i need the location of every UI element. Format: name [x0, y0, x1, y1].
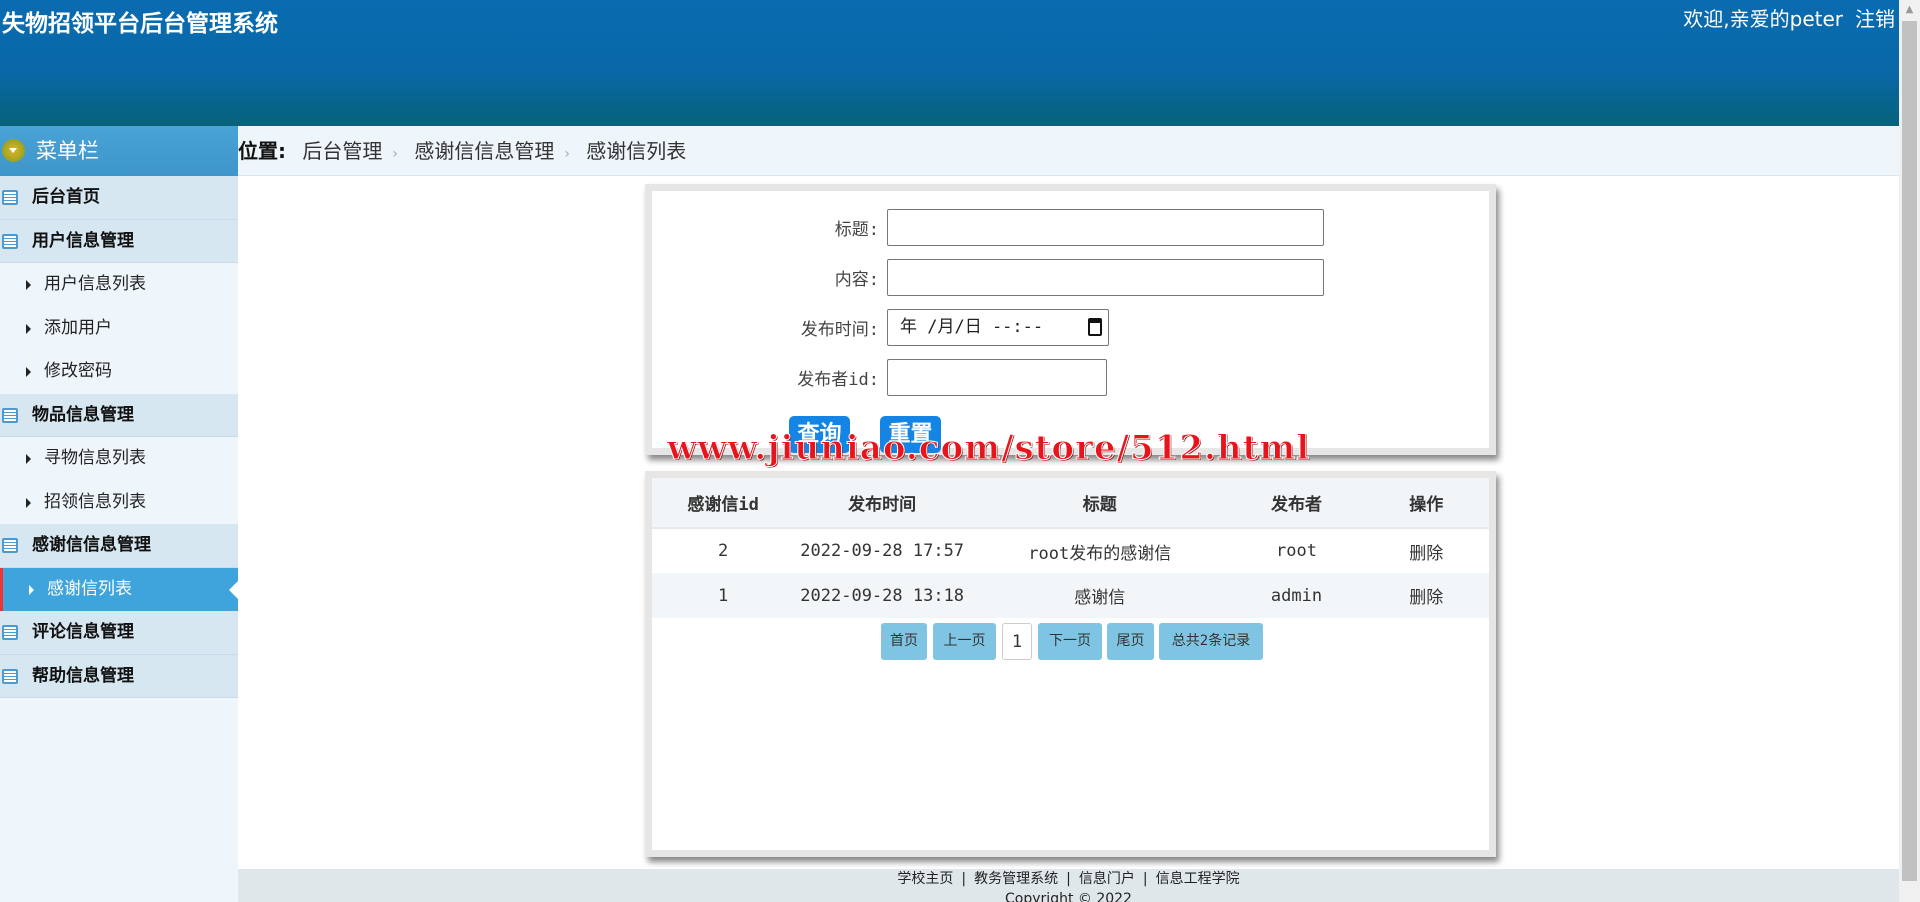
- sidebar-group-10[interactable]: 评论信息管理: [0, 611, 238, 655]
- publish-time-input[interactable]: 年 /月/日 --:--: [887, 309, 1109, 346]
- next-page-button[interactable]: 下一页: [1038, 623, 1102, 660]
- thank-letter-table-panel: 感谢信id 发布时间 标题 发布者 操作 2 2022-09-28 17:57 root发布…: [645, 471, 1496, 857]
- table-cell: 2022-09-28 13:18: [794, 573, 971, 618]
- sidebar-item-6[interactable]: 寻物信息列表: [0, 437, 238, 481]
- breadcrumb-item[interactable]: 感谢信信息管理: [414, 139, 554, 163]
- sidebar-item-3[interactable]: 添加用户: [0, 307, 238, 351]
- sidebar-item-label: 添加用户: [44, 317, 112, 338]
- list-icon: [2, 538, 18, 553]
- collapse-icon: [2, 139, 25, 162]
- list-icon: [2, 407, 18, 423]
- sidebar-item-9[interactable]: 感谢信列表: [0, 567, 238, 611]
- sidebar-group-5[interactable]: 物品信息管理: [0, 393, 238, 437]
- list-icon: [2, 233, 18, 249]
- delete-link[interactable]: 删除: [1363, 528, 1489, 573]
- footer-link[interactable]: 教务管理系统: [974, 871, 1058, 887]
- sidebar-item-label: 评论信息管理: [32, 622, 134, 642]
- column-header: 操作: [1363, 478, 1489, 529]
- footer-link[interactable]: 信息工程学院: [1156, 871, 1240, 887]
- footer: 学校主页 | 教务管理系统 | 信息门户 | 信息工程学院 Copyright © 2022: [238, 869, 1899, 902]
- watermark: www.jiuniao.com/store/512.html: [666, 428, 1311, 469]
- top-header: 失物招领平台后台管理系统 欢迎,亲爱的peter 注销: [0, 0, 1899, 126]
- menu-header[interactable]: 菜单栏: [0, 126, 238, 176]
- first-page-button[interactable]: 首页: [881, 623, 927, 660]
- scroll-thumb[interactable]: [1902, 21, 1917, 881]
- table-cell: root发布的感谢信: [1028, 543, 1172, 564]
- sidebar-group-0[interactable]: 后台首页: [0, 176, 238, 220]
- column-header: 发布者: [1229, 478, 1364, 529]
- column-header: 标题: [970, 478, 1230, 529]
- time-placeholder: 年 /月/日 --:--: [900, 317, 1044, 337]
- sidebar-item-4[interactable]: 修改密码: [0, 350, 238, 394]
- time-label: 发布时间:: [800, 320, 879, 340]
- sidebar-group-8[interactable]: 感谢信信息管理: [0, 524, 238, 568]
- publisher-id-input[interactable]: [887, 359, 1107, 396]
- sidebar-item-2[interactable]: 用户信息列表: [0, 263, 238, 307]
- logout-link[interactable]: 注销: [1855, 7, 1895, 31]
- table-cell: 1: [652, 573, 795, 618]
- list-icon: [2, 190, 18, 205]
- footer-link[interactable]: 信息门户: [1079, 871, 1135, 887]
- copyright: Copyright © 2022: [1005, 891, 1132, 902]
- scrollbar[interactable]: ▲: [1899, 0, 1920, 902]
- table-cell: 感谢信: [970, 573, 1230, 618]
- table-row: 2 2022-09-28 17:57 root发布的感谢信 root 删除: [652, 528, 1489, 573]
- list-icon: [2, 625, 18, 640]
- sidebar-item-label: 用户信息列表: [44, 274, 146, 294]
- prev-page-button[interactable]: 上一页: [933, 623, 996, 660]
- table-cell: 2: [718, 541, 729, 561]
- app-title: 失物招领平台后台管理系统: [2, 11, 278, 37]
- column-header: 感谢信id: [652, 478, 795, 529]
- welcome-text: 欢迎,亲爱的peter: [1683, 7, 1843, 31]
- current-page[interactable]: 1: [1002, 623, 1032, 660]
- sidebar-item-label: 寻物信息列表: [44, 448, 146, 468]
- title-label: 标题:: [834, 220, 879, 240]
- sidebar-group-11[interactable]: 帮助信息管理: [0, 654, 238, 698]
- sidebar-item-label: 修改密码: [44, 361, 112, 381]
- table-row: 1 2022-09-28 13:18 感谢信 admin 删除: [652, 573, 1489, 618]
- sidebar-item-label: 感谢信列表: [47, 578, 132, 599]
- sidebar-item-label: 帮助信息管理: [32, 665, 134, 686]
- table-cell: 2022-09-28 17:57: [800, 541, 965, 561]
- title-input[interactable]: [887, 209, 1324, 246]
- sidebar-item-7[interactable]: 招领信息列表: [0, 481, 238, 525]
- sidebar-group-1[interactable]: 用户信息管理: [0, 219, 238, 263]
- breadcrumb: 位置: 后台管理 › 感谢信信息管理 › 感谢信列表: [238, 126, 1899, 176]
- sidebar-item-label: 感谢信信息管理: [32, 535, 151, 555]
- table-cell: root: [1275, 541, 1317, 561]
- breadcrumb-item: 感谢信列表: [586, 139, 687, 163]
- pagination: 首页 上一页 1 下一页 尾页 总共2条记录: [652, 623, 1489, 660]
- breadcrumb-label: 位置:: [238, 139, 286, 163]
- column-header: 发布时间: [794, 478, 971, 529]
- thank-letter-table: 感谢信id 发布时间 标题 发布者 操作 2 2022-09-28 17:57 root发布…: [652, 478, 1489, 618]
- last-page-button[interactable]: 尾页: [1107, 623, 1154, 660]
- scroll-up-icon[interactable]: ▲: [1899, 0, 1920, 20]
- sidebar-item-label: 用户信息管理: [32, 230, 134, 251]
- delete-link[interactable]: 删除: [1363, 573, 1489, 618]
- sidebar-item-label: 后台首页: [32, 187, 100, 207]
- total-records: 总共2条记录: [1159, 623, 1263, 660]
- content-label: 内容:: [834, 270, 879, 290]
- calendar-icon[interactable]: [1088, 318, 1102, 336]
- content-input[interactable]: [887, 259, 1324, 296]
- breadcrumb-item[interactable]: 后台管理: [302, 139, 382, 163]
- sidebar-item-label: 招领信息列表: [44, 491, 146, 512]
- publisher-label: 发布者id:: [797, 370, 879, 390]
- menu-title: 菜单栏: [36, 139, 99, 163]
- list-icon: [2, 668, 18, 684]
- footer-link[interactable]: 学校主页: [897, 871, 953, 887]
- sidebar-item-label: 物品信息管理: [32, 404, 134, 425]
- search-form: 标题: 内容: 发布时间: 年 /月/日 --:-- 发布者id: 查询 重置: [645, 184, 1496, 455]
- sidebar: 菜单栏 后台首页用户信息管理用户信息列表 添加用户修改密码物品信息管理寻物信息列表…: [0, 126, 238, 902]
- table-cell: admin: [1229, 573, 1364, 618]
- user-welcome: 欢迎,亲爱的peter 注销: [1671, 3, 1895, 32]
